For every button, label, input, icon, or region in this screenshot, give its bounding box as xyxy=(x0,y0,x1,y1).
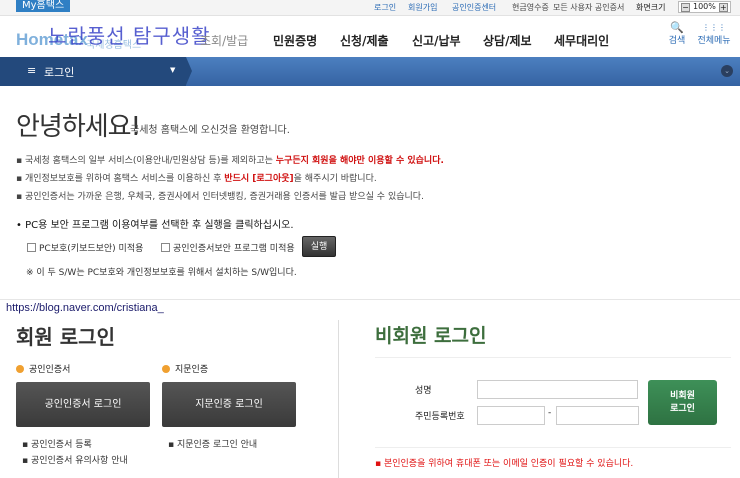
notice-red: 반드시 [로그아웃] xyxy=(224,174,294,184)
notice-text: 국세청 홈택스의 일부 서비스(이용안내/민원상담 등)를 제외하고는 xyxy=(24,156,276,166)
welcome-subtitle: 국세청 홈택스에 오신것을 환영합니다. xyxy=(130,125,290,136)
signup-link[interactable]: 회원가입 xyxy=(408,2,437,13)
divider xyxy=(375,357,731,358)
rrn-back-input[interactable] xyxy=(556,406,639,425)
orange-bullet-icon xyxy=(162,364,170,373)
all-menu-label: 전체메뉴 xyxy=(697,36,731,46)
divider xyxy=(375,447,731,448)
rrn-dash: - xyxy=(548,408,552,418)
rrn-front-input[interactable] xyxy=(477,406,545,425)
fingerprint-guide-link[interactable]: ▪ 지문인증 로그인 안내 xyxy=(168,437,257,450)
nav-consult[interactable]: 상담/제보 xyxy=(483,32,532,49)
nav-apply[interactable]: 신청/제출 xyxy=(340,32,389,49)
font-size-label: 화면크기 xyxy=(636,3,666,12)
nonmember-login-button[interactable]: 비회원로그인 xyxy=(648,380,717,425)
notice-red: 누구든지 회원을 해야만 이용할 수 있습니다. xyxy=(275,156,444,166)
cert-center-link[interactable]: 공인인증센터 xyxy=(452,2,496,13)
search-icon: 🔍 xyxy=(670,21,684,34)
rrn-label: 주민등록번호 xyxy=(415,412,465,422)
section-cert: 공인인증서 xyxy=(16,362,70,375)
notice-text: 공인인증서는 가까운 은행, 우체국, 증권사에서 인터넷뱅킹, 증권거래용 인… xyxy=(24,192,424,202)
watermark-text: 노란풍선 탐구생활 xyxy=(48,24,211,48)
fingerprint-login-button[interactable]: 지문인증 로그인 xyxy=(162,382,296,427)
section-label: 공인인증서 xyxy=(29,365,71,375)
watermark-url: https://blog.naver.com/cristiana_ xyxy=(6,302,164,314)
checkbox[interactable] xyxy=(27,243,36,252)
notice-3: ▪ 공인인증서는 가까운 은행, 우체국, 증권사에서 인터넷뱅킹, 증권거래용… xyxy=(16,192,424,202)
search-button[interactable]: 🔍 검색 xyxy=(657,22,697,46)
grid-icon: ⋮⋮⋮ xyxy=(702,23,726,32)
top-utility-bar xyxy=(0,0,740,16)
nonmember-login-title: 비회원 로그인 xyxy=(375,325,487,347)
login-link[interactable]: 로그인 xyxy=(374,2,396,13)
nav-tax-agent[interactable]: 세무대리인 xyxy=(554,32,609,49)
divider xyxy=(0,299,740,300)
search-label: 검색 xyxy=(668,36,686,46)
option-cert-security[interactable]: 공인인증서보안 프로그램 미적용 xyxy=(161,241,295,254)
notice-2: ▪ 개인정보보호를 위하여 홈택스 서비스를 이용하신 후 반드시 [로그아웃]… xyxy=(16,174,377,184)
notice-1: ▪ 국세청 홈택스의 일부 서비스(이용안내/민원상담 등)를 제외하고는 누구… xyxy=(16,156,444,166)
all-menu-button[interactable]: ⋮⋮⋮ 전체메뉴 xyxy=(694,22,734,46)
current-menu-label: 로그인 xyxy=(44,66,75,79)
hamburger-icon: ≡ xyxy=(27,64,37,77)
caret-down-icon: ▼ xyxy=(170,66,176,74)
name-label: 성명 xyxy=(415,386,432,396)
button-line: 비회원 xyxy=(670,391,695,401)
nav-report-pay[interactable]: 신고/납부 xyxy=(412,32,461,49)
section-fingerprint: 지문인증 xyxy=(162,362,208,375)
cert-login-button[interactable]: 공인인증서 로그인 xyxy=(16,382,150,427)
cert-register-link[interactable]: ▪ 공인인증서 등록 xyxy=(22,437,92,450)
receipt-link[interactable]: 현금영수증 xyxy=(512,2,549,13)
notice-text: 개인정보보호를 위하여 홈택스 서비스를 이용하신 후 xyxy=(24,174,225,184)
pc-security-question: • PC용 보안 프로그램 이용여부를 선택한 후 실행을 클릭하십시오. xyxy=(16,220,294,231)
option-label: 공인인증서보안 프로그램 미적용 xyxy=(173,244,295,254)
my-hometax-tab[interactable]: My홈택스 xyxy=(16,0,71,12)
section-label: 지문인증 xyxy=(175,365,209,375)
notice-tail: 을 해주시기 바랍니다. xyxy=(293,174,377,184)
orange-bullet-icon xyxy=(16,364,24,373)
cert-link[interactable]: 모든 사용자 공인증서 xyxy=(553,2,624,13)
menu-arrow-shape xyxy=(186,57,192,85)
zoom-out-button[interactable]: − xyxy=(681,2,690,12)
cert-guide-link[interactable]: ▪ 공인인증서 유의사항 안내 xyxy=(22,453,128,466)
vertical-divider xyxy=(338,320,339,478)
zoom-value: 100% xyxy=(693,2,716,11)
member-login-title: 회원 로그인 xyxy=(16,325,115,349)
nonmember-note: ▪ 본인인증을 위하여 휴대폰 또는 이메일 인증이 필요할 수 있습니다. xyxy=(375,459,634,469)
run-button[interactable]: 실행 xyxy=(302,236,336,257)
button-line: 로그인 xyxy=(670,404,695,414)
security-note: ※ 이 두 S/W는 PC보호와 개인정보보호를 위해서 설치하는 S/W입니다… xyxy=(26,268,297,278)
zoom-control: − 100% + xyxy=(678,1,731,13)
nav-inquiry[interactable]: 조회/발급 xyxy=(200,32,248,49)
option-label: PC보호(키보드보안) 미적용 xyxy=(39,244,144,254)
option-keyboard-security[interactable]: PC보호(키보드보안) 미적용 xyxy=(27,241,143,254)
welcome-title: 안녕하세요! xyxy=(16,112,141,142)
zoom-in-button[interactable]: + xyxy=(718,2,728,12)
nav-certificates[interactable]: 민원증명 xyxy=(273,32,317,49)
name-input[interactable] xyxy=(477,380,638,399)
expand-chevron-icon[interactable]: ⌄ xyxy=(721,65,733,77)
checkbox[interactable] xyxy=(161,243,170,252)
